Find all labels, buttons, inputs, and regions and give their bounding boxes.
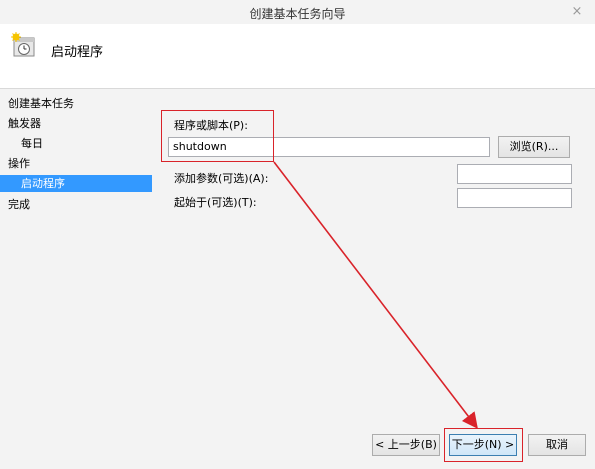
step-label: 启动程序	[21, 177, 65, 190]
close-icon: ×	[571, 4, 583, 19]
step-daily[interactable]: 每日	[0, 135, 152, 152]
start-in-label: 起始于(可选)(T):	[174, 196, 257, 209]
browse-button[interactable]: 浏览(R)...	[498, 136, 570, 158]
step-label: 创建基本任务	[8, 97, 74, 110]
step-trigger[interactable]: 触发器	[0, 115, 152, 132]
step-start-program[interactable]: 启动程序	[0, 175, 152, 192]
args-label: 添加参数(可选)(A):	[174, 172, 269, 185]
window-title: 创建基本任务向导	[249, 7, 346, 21]
back-button[interactable]: < 上一步(B)	[372, 434, 440, 456]
title-bar: 创建基本任务向导 ×	[0, 0, 595, 25]
step-label: 完成	[8, 198, 30, 211]
start-in-input[interactable]	[457, 188, 572, 208]
task-scheduler-icon	[11, 32, 35, 57]
step-create-basic-task[interactable]: 创建基本任务	[0, 95, 152, 112]
step-label: 每日	[21, 137, 43, 150]
program-highlight-box	[161, 110, 274, 162]
page-title: 启动程序	[51, 45, 104, 60]
form-area: 程序或脚本(P): shutdown 浏览(R)... 添加参数(可选)(A):…	[152, 89, 595, 428]
args-input[interactable]	[457, 164, 572, 184]
step-label: 操作	[8, 157, 30, 170]
close-button[interactable]: ×	[567, 3, 587, 20]
step-label: 触发器	[8, 117, 41, 130]
cancel-button[interactable]: 取消	[528, 434, 586, 456]
step-finish[interactable]: 完成	[0, 196, 152, 213]
wizard-steps: 创建基本任务 触发器 每日 操作 启动程序 完成	[0, 89, 152, 469]
next-highlight-box	[444, 428, 523, 462]
step-action[interactable]: 操作	[0, 155, 152, 172]
wizard-header: 启动程序	[0, 24, 595, 89]
